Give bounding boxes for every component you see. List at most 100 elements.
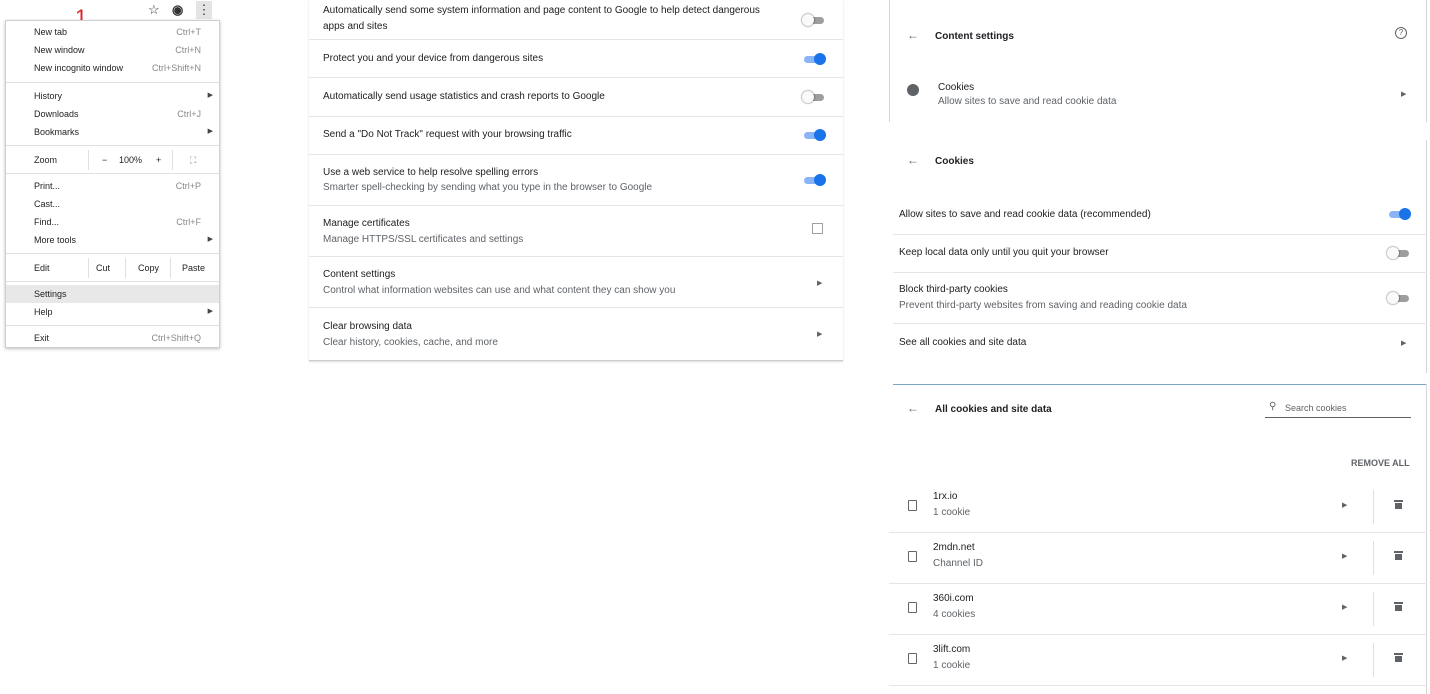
help-icon[interactable]: ? [1395,27,1407,39]
setting-row-content-settings[interactable]: Content settings Control what informatio… [309,257,843,308]
zoom-in-button[interactable]: + [156,150,161,170]
setting-row-do-not-track[interactable]: Send a "Do Not Track" request with your … [309,117,843,155]
setting-row-clear-browsing-data[interactable]: Clear browsing data Clear history, cooki… [309,308,843,359]
toggle-switch[interactable] [1387,208,1411,220]
delete-icon[interactable] [1394,500,1403,509]
row-divider [1373,541,1374,575]
cookie-icon [907,84,919,96]
page-title: All cookies and site data [935,404,1052,415]
menu-item-more-tools[interactable]: More tools ▶ [6,231,219,249]
back-arrow-icon[interactable]: ← [907,28,919,42]
setting-row-spelling[interactable]: Use a web service to help resolve spelli… [309,155,843,206]
chevron-right-icon: ▶ [207,236,213,243]
setting-row-usage-stats[interactable]: Automatically send usage statistics and … [309,78,843,117]
row-divider [1373,490,1374,524]
star-icon[interactable]: ☆ [148,1,160,19]
menu-item-settings[interactable]: Settings [6,285,219,303]
search-field[interactable]: ⚲ Search cookies [1265,400,1411,418]
setting-row-safe-browsing[interactable]: Protect you and your device from dangero… [309,40,843,78]
setting-row-manage-certificates[interactable]: Manage certificates Manage HTTPS/SSL cer… [309,206,843,257]
menu-item-find[interactable]: Find... Ctrl+F [6,213,219,231]
menu-edit-row: Edit Cut Copy Paste [6,258,219,278]
file-icon [908,602,917,613]
search-input[interactable]: Search cookies [1285,403,1347,413]
row-divider [1373,643,1374,677]
chevron-right-icon: ▶ [817,280,823,287]
menu-item-cast[interactable]: Cast... [6,195,219,213]
paste-button[interactable]: Paste [182,258,205,278]
menu-item-new-incognito[interactable]: New incognito window Ctrl+Shift+N [6,59,219,77]
chevron-right-icon: ▶ [1401,91,1407,98]
menu-item-exit[interactable]: Exit Ctrl+Shift+Q [6,329,219,347]
delete-icon[interactable] [1394,551,1403,560]
chevron-right-icon: ▶ [207,308,213,315]
menu-item-history[interactable]: History ▶ [6,87,219,105]
delete-icon[interactable] [1394,653,1403,662]
setting-row-see-all-cookies[interactable]: See all cookies and site data ▶ [893,324,1427,362]
privacy-settings-panel: Automatically send some system informati… [309,0,843,361]
toggle-switch[interactable] [802,14,826,26]
menu-divider [6,145,219,146]
cookie-site-row[interactable]: 3lift.com 1 cookie ▶ [889,635,1427,686]
chevron-right-icon[interactable]: ▶ [1342,552,1347,560]
copy-button[interactable]: Copy [138,258,159,278]
remove-all-button[interactable]: REMOVE ALL [1351,458,1410,468]
chevron-right-icon[interactable]: ▶ [1342,654,1347,662]
cookie-site-row[interactable]: 1rx.io 1 cookie ▶ [889,482,1427,533]
menu-divider [6,281,219,282]
all-cookies-panel: ← All cookies and site data ⚲ Search coo… [889,384,1427,694]
delete-icon[interactable] [1394,602,1403,611]
toggle-switch[interactable] [802,174,826,186]
extension-icon[interactable]: ◉ [172,1,183,19]
menu-divider [6,82,219,83]
chevron-right-icon: ▶ [817,331,823,338]
row-divider [1373,592,1374,626]
menu-divider [6,325,219,326]
file-icon [908,551,917,562]
toggle-switch[interactable] [802,91,826,103]
menu-zoom-row: Zoom − 100% + ⛶ [6,150,219,170]
chevron-right-icon[interactable]: ▶ [1342,603,1347,611]
cookies-panel: ← Cookies Allow sites to save and read c… [893,140,1427,373]
menu-item-print[interactable]: Print... Ctrl+P [6,177,219,195]
panel-border [893,384,1427,385]
browser-toolbar: ☆ ◉ ⋮ [130,0,220,20]
cookie-site-row[interactable]: 360i.com 4 cookies ▶ [889,584,1427,635]
toggle-switch[interactable] [802,129,826,141]
chevron-right-icon: ▶ [207,92,213,99]
cookies-row[interactable]: Cookies Allow sites to save and read coo… [889,74,1426,120]
search-icon: ⚲ [1269,401,1277,412]
setting-row-keep-local-data[interactable]: Keep local data only until you quit your… [893,235,1427,273]
panel-border [1426,0,1427,122]
chevron-right-icon[interactable]: ▶ [1342,501,1347,509]
menu-item-help[interactable]: Help ▶ [6,303,219,321]
chevron-right-icon: ▶ [207,128,213,135]
menu-item-downloads[interactable]: Downloads Ctrl+J [6,105,219,123]
cookie-site-row[interactable]: 2mdn.net Channel ID ▶ [889,533,1427,584]
content-settings-panel: ← Content settings ? Cookies Allow sites… [889,0,1427,122]
kebab-menu-icon[interactable]: ⋮ [196,1,212,19]
back-arrow-icon[interactable]: ← [907,401,919,415]
cut-button[interactable]: Cut [96,258,110,278]
chevron-right-icon: ▶ [1401,340,1407,347]
setting-row-block-third-party[interactable]: Block third-party cookies Prevent third-… [893,273,1427,324]
zoom-label: Zoom [34,155,58,165]
setting-row-allow-cookies[interactable]: Allow sites to save and read cookie data… [893,196,1427,235]
menu-item-new-window[interactable]: New window Ctrl+N [6,41,219,59]
chrome-main-menu: New tab Ctrl+T New window Ctrl+N New incog… [5,20,220,348]
file-icon [908,500,917,511]
external-link-icon[interactable] [812,223,823,234]
menu-divider [6,173,219,174]
toggle-switch[interactable] [1387,292,1411,304]
menu-divider [6,253,219,254]
page-title: Cookies [935,156,974,167]
edit-label: Edit [34,263,50,273]
zoom-out-button[interactable]: − [102,150,107,170]
menu-item-bookmarks[interactable]: Bookmarks ▶ [6,123,219,141]
toggle-switch[interactable] [1387,247,1411,259]
fullscreen-icon[interactable]: ⛶ [190,150,196,170]
setting-row-safe-browsing-reports[interactable]: Automatically send some system informati… [309,0,843,40]
toggle-switch[interactable] [802,53,826,65]
menu-item-new-tab[interactable]: New tab Ctrl+T [6,23,219,41]
back-arrow-icon[interactable]: ← [907,153,919,167]
